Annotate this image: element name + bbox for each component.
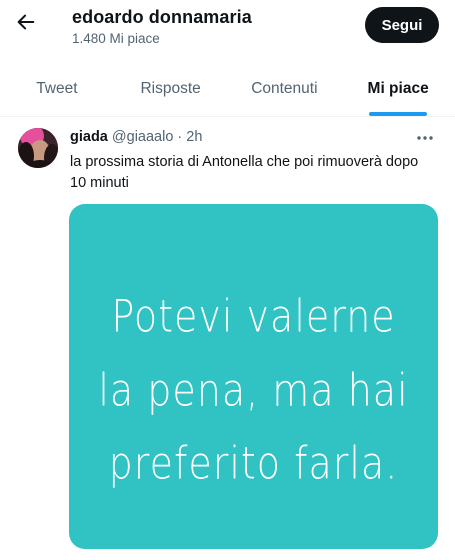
tweet-time[interactable]: 2h [186, 129, 202, 145]
active-tab-indicator [369, 112, 428, 116]
tab-label: Contenuti [251, 80, 318, 97]
more-horizontal-icon [416, 128, 434, 146]
tab-mi-piace[interactable]: Mi piace [341, 62, 455, 116]
image-text-line: preferito farla. [108, 437, 399, 489]
profile-name: edoardo donnamaria [72, 7, 252, 27]
tab-label: Tweet [36, 80, 78, 97]
tab-label: Risposte [140, 80, 201, 97]
more-options-button[interactable] [413, 127, 437, 147]
tweet-media-image[interactable]: Potevi valerne la pena, ma hai preferito… [69, 204, 438, 549]
image-text-line: Potevi valerne [111, 290, 396, 342]
tab-contenuti[interactable]: Contenuti [228, 62, 342, 116]
tab-risposte[interactable]: Risposte [114, 62, 228, 116]
follow-button[interactable]: Segui [365, 7, 439, 43]
avatar[interactable] [18, 128, 58, 168]
likes-count: 1.480 Mi piace [72, 31, 160, 46]
tab-tweet[interactable]: Tweet [0, 62, 114, 116]
image-text: Potevi valerne la pena, ma hai preferito… [69, 204, 438, 549]
tweet[interactable]: giada @giaaalo · 2h la prossima storia d… [0, 117, 455, 560]
arrow-left-icon [15, 11, 37, 38]
separator: · [177, 129, 183, 145]
author-name[interactable]: giada [70, 129, 108, 145]
back-button[interactable] [12, 10, 40, 38]
profile-tabs: Tweet Risposte Contenuti Mi piace [0, 62, 455, 117]
tweet-header: giada @giaaalo · 2h [70, 129, 202, 145]
image-text-line: la pena, ma hai [98, 364, 409, 416]
author-handle[interactable]: @giaaalo [112, 129, 173, 145]
tweet-text: la prossima storia di Antonella che poi … [70, 154, 419, 191]
tab-label: Mi piace [367, 80, 429, 97]
profile-likes-page: edoardo donnamaria 1.480 Mi piace Segui … [0, 0, 455, 560]
profile-header: edoardo donnamaria 1.480 Mi piace Segui [0, 0, 455, 62]
